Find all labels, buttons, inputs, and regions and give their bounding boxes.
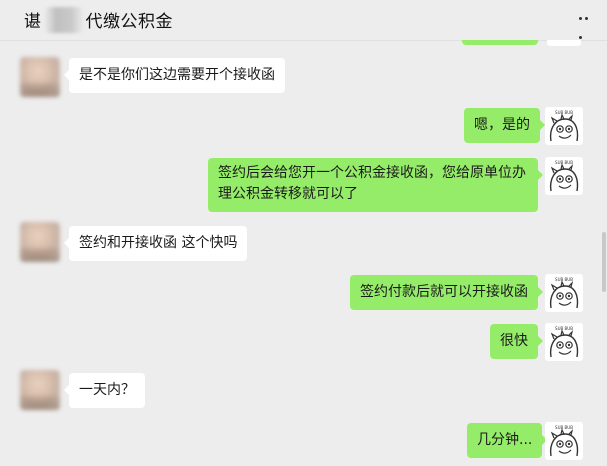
cartoon-face-icon: SUB BUB (549, 160, 579, 192)
contact-avatar[interactable] (20, 57, 60, 97)
self-avatar[interactable]: SUB BUB (545, 107, 583, 145)
previous-message-bubble (462, 40, 538, 45)
message-bubble[interactable]: 是不是你们这边需要开个接收函 (64, 58, 285, 93)
svg-text:SUB BUB: SUB BUB (555, 425, 573, 430)
self-avatar[interactable]: SUB BUB (545, 323, 583, 361)
message-bubble[interactable]: 一天内？ (64, 373, 145, 408)
contact-avatar[interactable] (20, 370, 60, 410)
cartoon-face-icon: SUB BUB (549, 277, 579, 309)
more-dots-icon[interactable] (579, 17, 595, 39)
svg-text:SUB BUB: SUB BUB (555, 160, 573, 165)
redacted-name (43, 7, 84, 33)
message-row: 签约和开接收函 这个快吗 (0, 222, 607, 262)
message-row: 很快 SUB BUB (0, 323, 607, 363)
self-avatar[interactable]: SUB BUB (545, 157, 583, 195)
svg-text:SUB BUB: SUB BUB (555, 326, 573, 331)
message-row: 一天内？ (0, 370, 607, 410)
message-bubble[interactable]: 签约付款后就可以开接收函 (350, 275, 543, 310)
self-avatar[interactable] (547, 40, 581, 46)
message-bubble[interactable]: 签约和开接收函 这个快吗 (63, 226, 248, 261)
svg-text:SUB BUB: SUB BUB (555, 110, 573, 115)
chat-title-end: 代缴公积金 (85, 12, 173, 32)
chat-title: 谌 代缴公积金 (24, 7, 173, 33)
cartoon-face-icon: SUB BUB (549, 425, 579, 457)
message-bubble[interactable]: 嗯，是的 (464, 108, 545, 143)
chat-title-start: 谌 (24, 12, 42, 32)
scrollbar[interactable] (602, 232, 606, 292)
self-avatar[interactable]: SUB BUB (545, 274, 583, 312)
chat-header: 谌 代缴公积金 (0, 0, 607, 41)
message-row: 签约后会给您开一个公积金接收函，您给原单位办理公积金转移就可以了 SUB BUB (0, 157, 607, 213)
svg-text:SUB BUB: SUB BUB (555, 277, 573, 282)
self-avatar[interactable]: SUB BUB (545, 422, 583, 460)
message-row: 签约付款后就可以开接收函 SUB BUB (0, 274, 607, 314)
message-row: 嗯，是的 SUB BUB (0, 107, 607, 147)
contact-avatar[interactable] (20, 222, 60, 262)
message-bubble[interactable]: 签约后会给您开一个公积金接收函，您给原单位办理公积金转移就可以了 (208, 158, 543, 212)
message-bubble[interactable]: 几分钟... (467, 423, 548, 458)
cartoon-face-icon: SUB BUB (549, 110, 579, 142)
cartoon-face-icon: SUB BUB (549, 326, 579, 358)
message-row: 几分钟... SUB BUB (0, 422, 607, 462)
message-bubble[interactable]: 很快 (490, 324, 543, 359)
message-row: 是不是你们这边需要开个接收函 (0, 57, 607, 97)
